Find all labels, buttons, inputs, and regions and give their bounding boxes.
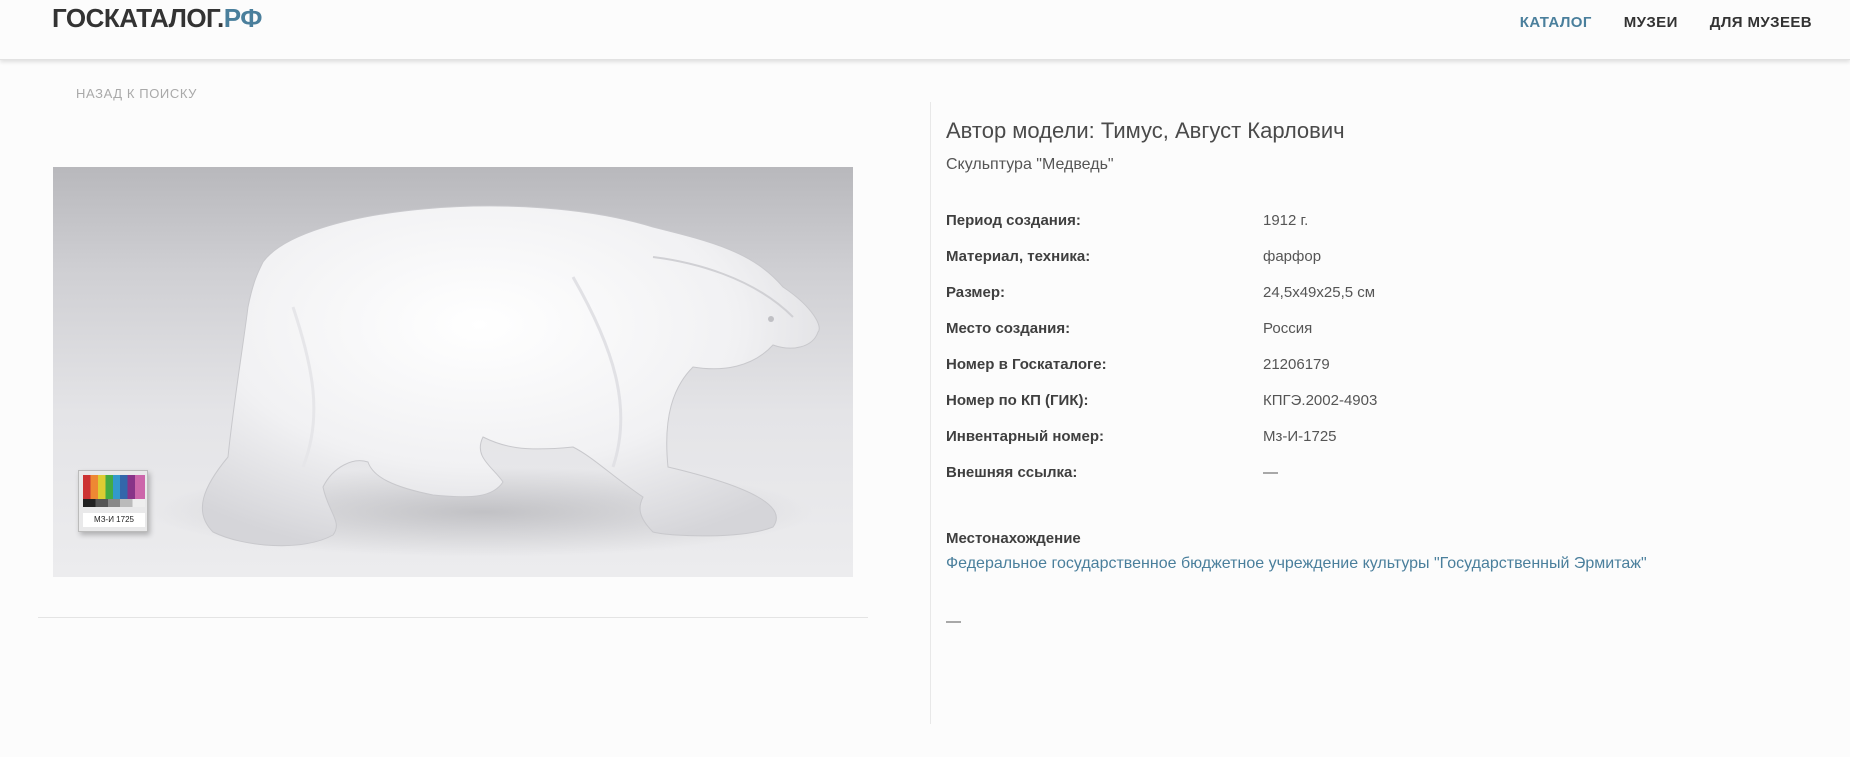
- museum-link[interactable]: Федеральное государственное бюджетное уч…: [946, 555, 1806, 573]
- property-row: Номер в Госкаталоге: 21206179: [946, 356, 1806, 392]
- location-heading: Местонахождение: [946, 530, 1081, 547]
- logo-main: ГОСКАТАЛОГ.: [52, 3, 224, 33]
- description-placeholder: —: [946, 613, 961, 630]
- property-label: Размер:: [946, 284, 1006, 301]
- nav-museums[interactable]: МУЗЕИ: [1624, 14, 1678, 31]
- property-label: Инвентарный номер:: [946, 428, 1104, 445]
- site-header: ГОСКАТАЛОГ.РФ КАТАЛОГ МУЗЕИ ДЛЯ МУЗЕЕВ: [0, 0, 1850, 60]
- property-label: Период создания:: [946, 212, 1081, 229]
- property-row: Инвентарный номер: Мз-И-1725: [946, 428, 1806, 464]
- property-label: Место создания:: [946, 320, 1071, 337]
- property-label: Номер по КП (ГИК):: [946, 392, 1089, 409]
- property-value: 1912 г.: [1263, 212, 1309, 229]
- property-value: фарфор: [1263, 248, 1322, 265]
- property-label: Материал, техника:: [946, 248, 1091, 265]
- property-value: 24,5х49х25,5 см: [1263, 284, 1376, 301]
- property-label: Номер в Госкаталоге:: [946, 356, 1107, 373]
- property-row: Период создания: 1912 г.: [946, 212, 1806, 248]
- property-row: Материал, техника: фарфор: [946, 248, 1806, 284]
- item-author: Автор модели: Тимус, Август Карлович: [946, 118, 1345, 143]
- item-title: Скульптура "Медведь": [946, 156, 1114, 173]
- site-logo[interactable]: ГОСКАТАЛОГ.РФ: [52, 3, 262, 34]
- nav-for-museums[interactable]: ДЛЯ МУЗЕЕВ: [1710, 14, 1812, 31]
- main-nav: КАТАЛОГ МУЗЕИ ДЛЯ МУЗЕЕВ: [1520, 14, 1812, 31]
- item-details: Автор модели: Тимус, Август Карлович Ску…: [946, 118, 1806, 630]
- column-divider: [930, 102, 931, 724]
- property-value: 21206179: [1263, 356, 1330, 373]
- property-value: КПГЭ.2002-4903: [1263, 392, 1378, 409]
- property-row: Место создания: Россия: [946, 320, 1806, 356]
- polar-bear-figure: [153, 205, 820, 557]
- left-divider: [38, 617, 868, 618]
- property-row: Внешняя ссылка: —: [946, 464, 1806, 500]
- property-label: Внешняя ссылка:: [946, 464, 1078, 481]
- property-row: Номер по КП (ГИК): КПГЭ.2002-4903: [946, 392, 1806, 428]
- inventory-tag: МЗ-И 1725: [83, 513, 145, 527]
- property-value: Мз-И-1725: [1263, 428, 1337, 445]
- properties-table: Период создания: 1912 г. Материал, техни…: [946, 212, 1806, 500]
- item-photo[interactable]: МЗ-И 1725: [53, 167, 853, 577]
- property-row: Размер: 24,5х49х25,5 см: [946, 284, 1806, 320]
- nav-catalog[interactable]: КАТАЛОГ: [1520, 14, 1592, 31]
- property-value: Россия: [1263, 320, 1313, 337]
- color-calibration-card: МЗ-И 1725: [78, 470, 148, 532]
- property-value: —: [1263, 464, 1278, 481]
- back-to-search-link[interactable]: НАЗАД К ПОИСКУ: [76, 86, 197, 101]
- logo-accent: РФ: [223, 3, 263, 33]
